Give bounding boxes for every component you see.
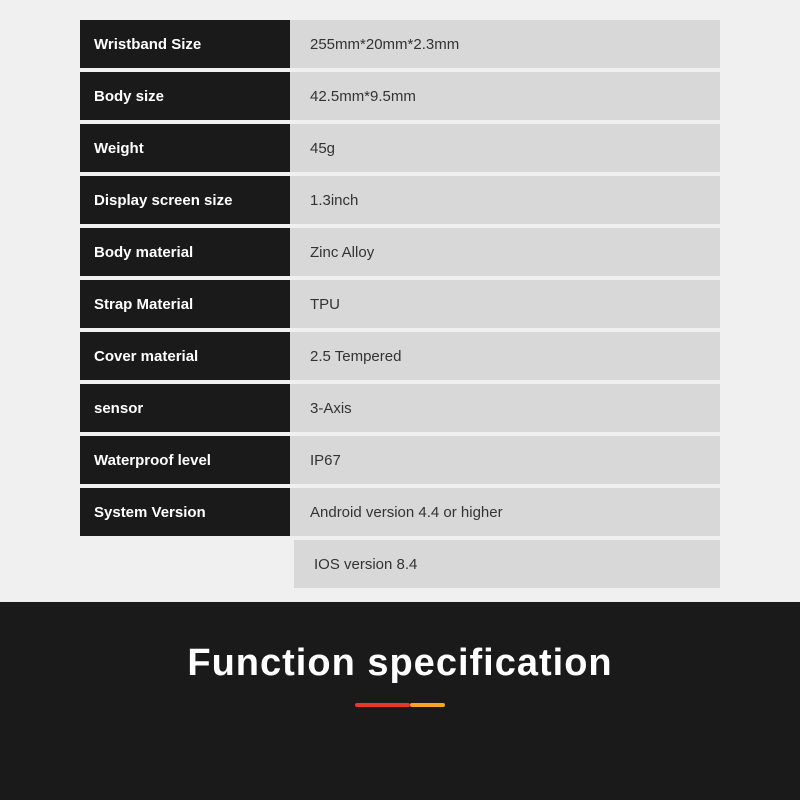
table-row: Body size 42.5mm*9.5mm [80,72,720,120]
label-waterproof-level: Waterproof level [80,436,290,484]
table-row: sensor 3-Axis [80,384,720,432]
table-row: Strap Material TPU [80,280,720,328]
value-ios-version: IOS version 8.4 [294,540,720,588]
table-row: Weight 45g [80,124,720,172]
label-weight: Weight [80,124,290,172]
function-spec-title: Function specification [187,642,612,685]
label-display-screen-size: Display screen size [80,176,290,224]
table-row: Display screen size 1.3inch [80,176,720,224]
value-wristband-size: 255mm*20mm*2.3mm [290,20,720,68]
label-strap-material: Strap Material [80,280,290,328]
value-sensor: 3-Axis [290,384,720,432]
value-body-material: Zinc Alloy [290,228,720,276]
value-waterproof-level: IP67 [290,436,720,484]
table-row: Body material Zinc Alloy [80,228,720,276]
value-android-version: Android version 4.4 or higher [290,488,720,536]
value-strap-material: TPU [290,280,720,328]
table-row: Cover material 2.5 Tempered [80,332,720,380]
footer-section: Function specification [0,602,800,727]
label-body-material: Body material [80,228,290,276]
table-row: Waterproof level IP67 [80,436,720,484]
specs-section: Wristband Size 255mm*20mm*2.3mm Body siz… [0,0,800,602]
value-weight: 45g [290,124,720,172]
underline-red [355,703,410,707]
table-row: System Version Android version 4.4 or hi… [80,488,720,536]
label-body-size: Body size [80,72,290,120]
value-cover-material: 2.5 Tempered [290,332,720,380]
label-cover-material: Cover material [80,332,290,380]
value-body-size: 42.5mm*9.5mm [290,72,720,120]
title-underline [355,703,445,707]
label-system-version: System Version [80,488,290,536]
underline-yellow [410,703,445,707]
label-sensor: sensor [80,384,290,432]
label-wristband-size: Wristband Size [80,20,290,68]
table-row: Wristband Size 255mm*20mm*2.3mm [80,20,720,68]
value-display-screen-size: 1.3inch [290,176,720,224]
